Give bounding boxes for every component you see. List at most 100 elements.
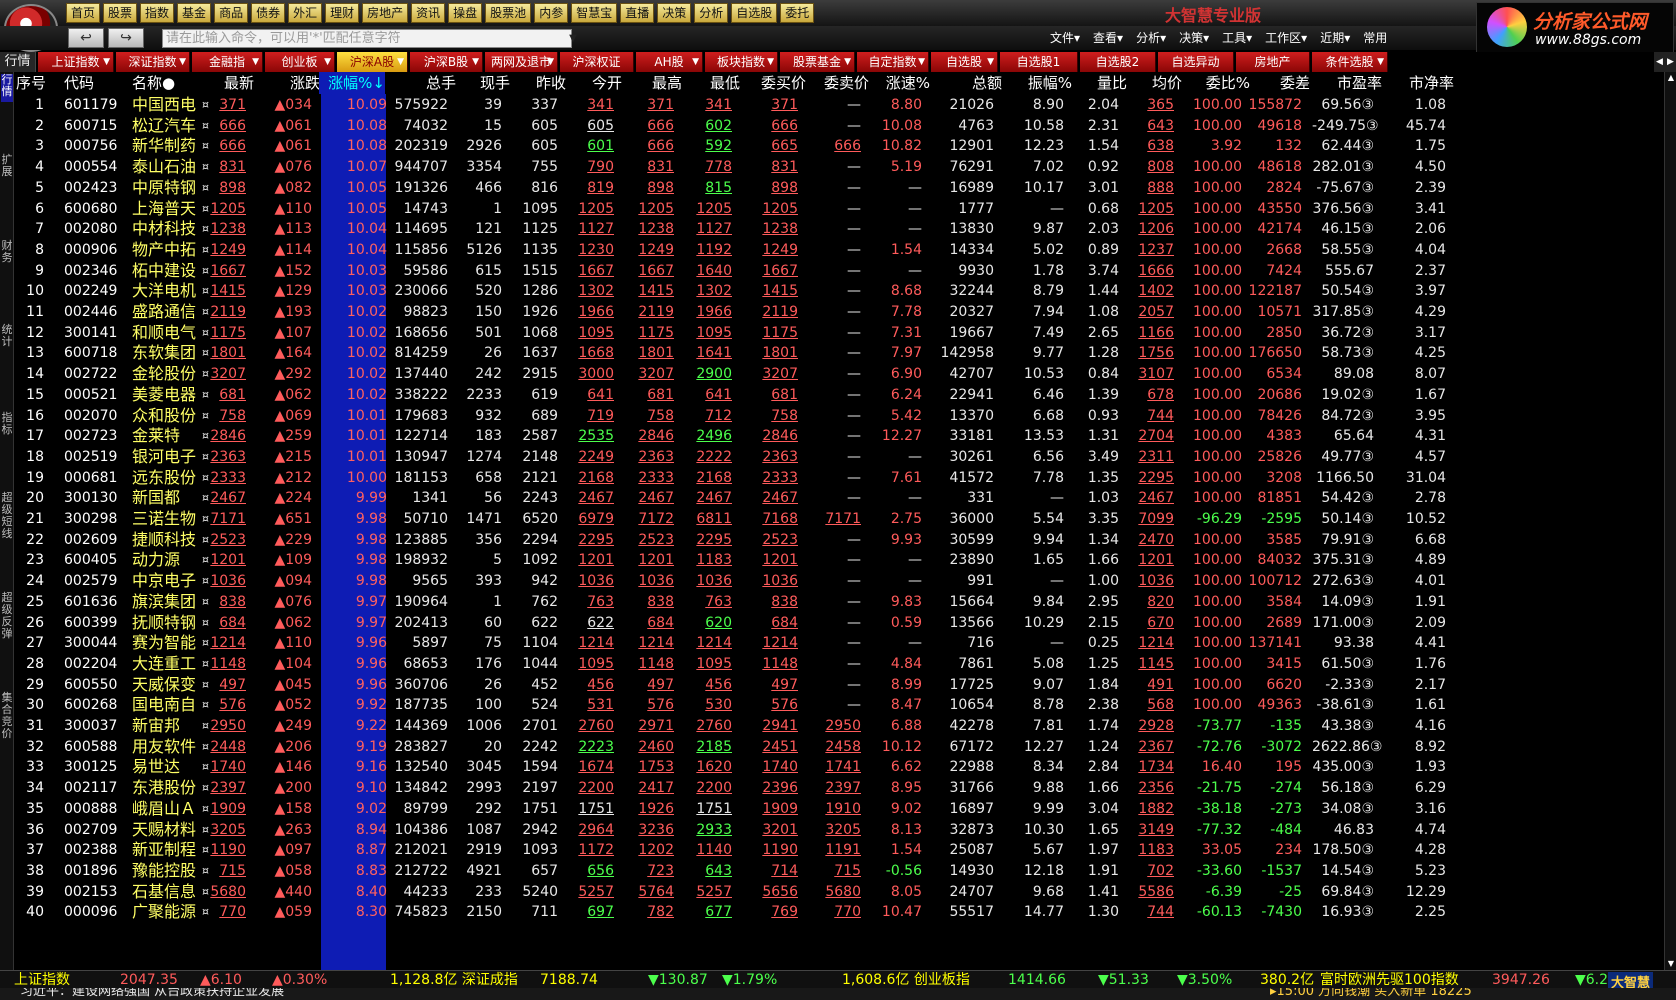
right-menu-item[interactable]: 近期▾ — [1320, 29, 1350, 46]
right-menu-item[interactable]: 常用 — [1363, 29, 1387, 46]
tab-4[interactable]: 创业板 ▼ — [265, 52, 335, 72]
column-header[interactable]: 市净率 — [1372, 72, 1454, 94]
table-row[interactable]: 15 000521 美菱电器 ¤ 681 ▲062 10.02 338222 2233 619 64… — [14, 384, 1664, 406]
column-header[interactable]: 委比% — [1184, 72, 1250, 94]
command-dropdown-icon[interactable]: ▼ — [566, 29, 580, 48]
command-input[interactable]: 请在此输入命令，可以用'*'匹配任意字符 — [162, 29, 572, 48]
table-row[interactable]: 18 002519 银河电子 ¤ 2363 ▲215 10.01 130947 1274 2148… — [14, 446, 1664, 468]
table-row[interactable]: 38 001896 豫能控股 ¤ 715 ▲058 8.83 212722 4921 657 656… — [14, 860, 1664, 882]
tab-12[interactable]: 自定指数 ▼ — [857, 52, 929, 72]
column-header[interactable]: 委卖价 — [809, 72, 869, 94]
column-header[interactable]: 现手 — [454, 72, 510, 94]
tab-scroll-right-icon[interactable]: ▶ — [1665, 52, 1676, 72]
menu-item[interactable]: 理财 — [325, 3, 360, 23]
tab-dropdown-icon[interactable]: ▼ — [1377, 52, 1384, 72]
tab-10[interactable]: 板块指数 ▼ — [705, 52, 778, 72]
table-row[interactable]: 7 002080 中材科技 ¤ 1238 ▲113 10.04 114695 121 1125 11… — [14, 218, 1664, 240]
column-header[interactable]: 昨收 — [512, 72, 566, 94]
table-row[interactable]: 13 600718 东软集团 ¤ 1801 ▲164 10.02 814259 26 1637 16… — [14, 342, 1664, 364]
table-row[interactable]: 3 000756 新华制药 ¤ 666 ▲061 10.08 202319 2926 605 601… — [14, 135, 1664, 157]
ticker-item[interactable]: ▸15:00 万向钱潮 买入新单 18225 — [1270, 988, 1472, 999]
column-header[interactable]: 委买价 — [744, 72, 806, 94]
vertical-scrollbar[interactable]: ▲ ▼ — [1664, 72, 1676, 970]
column-header[interactable]: 最低 — [682, 72, 740, 94]
tab-dropdown-icon[interactable]: ▼ — [397, 52, 404, 72]
tab-17[interactable]: 房地产 — [1236, 52, 1310, 72]
table-row[interactable]: 12 300141 和顺电气 ¤ 1175 ▲107 10.02 168656 501 1068 1… — [14, 322, 1664, 344]
side-tab-8[interactable]: 集合竞价 — [1, 692, 13, 752]
tab-16[interactable]: 自选异动 — [1158, 52, 1234, 72]
back-button[interactable]: ↩ — [68, 28, 104, 48]
column-header[interactable]: 代码 — [64, 72, 132, 94]
table-row[interactable]: 23 600405 动力源 ¤ 1201 ▲109 9.98 198932 5 1092 1201 1… — [14, 549, 1664, 571]
tab-14[interactable]: 自选股1 — [1000, 52, 1078, 72]
column-header[interactable]: 最新 — [194, 72, 254, 94]
table-row[interactable]: 4 000554 泰山石油 ¤ 831 ▲076 10.07 944707 3354 755 790… — [14, 156, 1664, 178]
menu-item[interactable]: 自选股 — [731, 3, 778, 23]
table-row[interactable]: 32 600588 用友软件 ¤ 2448 ▲206 9.19 283827 20 2242 222… — [14, 736, 1664, 758]
tab-dropdown-icon[interactable]: ▼ — [987, 52, 994, 72]
side-tab-3[interactable]: 财务 — [1, 240, 13, 274]
scroll-down-icon[interactable]: ▼ — [1665, 958, 1676, 970]
side-tab-6[interactable]: 超级短线 — [1, 492, 13, 552]
tab-dropdown-icon[interactable]: ▼ — [324, 52, 331, 72]
table-row[interactable]: 26 600399 抚顺特钢 ¤ 684 ▲062 9.97 202413 60 622 622 68… — [14, 612, 1664, 634]
right-menu-item[interactable]: 查看▾ — [1093, 29, 1123, 46]
table-row[interactable]: 37 002388 新亚制程 ¤ 1190 ▲097 8.87 212021 2919 1093 1… — [14, 839, 1664, 861]
tab-18[interactable]: 条件选股 ▼ — [1312, 52, 1388, 72]
table-row[interactable]: 16 002070 众和股份 ¤ 758 ▲069 10.01 179683 932 689 719… — [14, 405, 1664, 427]
tab-11[interactable]: 股票基金 ▼ — [780, 52, 855, 72]
menu-item[interactable]: 智慧宝 — [571, 3, 618, 23]
scroll-up-icon[interactable]: ▲ — [1665, 72, 1676, 84]
table-row[interactable]: 25 601636 旗滨集团 ¤ 838 ▲076 9.97 190964 1 762 763 838… — [14, 591, 1664, 613]
table-row[interactable]: 28 002204 大连重工 ¤ 1148 ▲104 9.96 68653 176 1044 109… — [14, 653, 1664, 675]
column-header[interactable]: 涨跌 — [254, 72, 320, 94]
tab-dropdown-icon[interactable]: ▼ — [179, 52, 186, 72]
table-row[interactable]: 19 000681 远东股份 ¤ 2333 ▲212 10.00 181153 658 2121 2… — [14, 467, 1664, 489]
menu-item[interactable]: 委托 — [780, 3, 815, 23]
table-row[interactable]: 11 002446 盛路通信 ¤ 2119 ▲193 10.02 98823 150 1926 19… — [14, 301, 1664, 323]
column-header[interactable]: 量比 — [1074, 72, 1127, 94]
table-row[interactable]: 24 002579 中京电子 ¤ 1036 ▲094 9.98 9565 393 942 1036 1… — [14, 570, 1664, 592]
column-header[interactable]: 总手 — [386, 72, 456, 94]
column-header[interactable]: 序号 — [16, 72, 66, 94]
tab-9[interactable]: AH股 ▼ — [636, 52, 703, 72]
tab-6[interactable]: 沪深B股 ▼ — [410, 52, 483, 72]
table-row[interactable]: 10 002249 大洋电机 ¤ 1415 ▲129 10.03 230066 520 1286 1… — [14, 280, 1664, 302]
tab-dropdown-icon[interactable]: ▼ — [547, 52, 554, 72]
right-menu-item[interactable]: 决策▾ — [1179, 29, 1209, 46]
table-row[interactable]: 29 600550 天威保变 ¤ 497 ▲045 9.96 360706 26 452 456 49… — [14, 674, 1664, 696]
menu-item[interactable]: 房地产 — [362, 3, 409, 23]
table-row[interactable]: 20 300130 新国都 ¤ 2467 ▲224 9.99 1341 56 2243 2467 24… — [14, 487, 1664, 509]
tab-8[interactable]: 沪深权证 — [560, 52, 634, 72]
column-header[interactable]: 振幅% — [1004, 72, 1072, 94]
menu-item[interactable]: 债券 — [251, 3, 286, 23]
table-row[interactable]: 21 300298 三诺生物 ¤ 7171 ▲651 9.98 50710 1471 6520 69… — [14, 508, 1664, 530]
table-row[interactable]: 5 002423 中原特钢 ¤ 898 ▲082 10.05 191326 466 816 819 8… — [14, 177, 1664, 199]
menu-item[interactable]: 首页 — [66, 3, 101, 23]
table-row[interactable]: 8 000906 物产中拓 ¤ 1249 ▲114 10.04 115856 5126 1135 1… — [14, 239, 1664, 261]
tab-dropdown-icon[interactable]: ▼ — [767, 52, 774, 72]
right-menu-item[interactable]: 工具▾ — [1222, 29, 1252, 46]
tab-7[interactable]: 两网及退市 ▼ — [485, 52, 558, 72]
column-header[interactable]: 名称● — [132, 72, 198, 94]
menu-item[interactable]: 内参 — [534, 3, 569, 23]
menu-item[interactable]: 股票 — [103, 3, 138, 23]
table-row[interactable]: 33 300125 易世达 ¤ 1740 ▲146 9.16 132540 3045 1594 16… — [14, 756, 1664, 778]
tab-2[interactable]: 深证指数 ▼ — [116, 52, 190, 72]
table-row[interactable]: 35 000888 峨眉山Ａ ¤ 1909 ▲158 9.02 89799 292 1751 175… — [14, 798, 1664, 820]
quote-tab[interactable]: 行情 — [0, 52, 36, 72]
side-tab-7[interactable]: 超级反弹 — [1, 592, 13, 652]
menu-item[interactable]: 股票池 — [485, 3, 532, 23]
tab-dropdown-icon[interactable]: ▼ — [472, 52, 479, 72]
side-tab-4[interactable]: 统计 — [1, 324, 13, 358]
column-header[interactable]: 涨速% — [870, 72, 930, 94]
tab-dropdown-icon[interactable]: ▼ — [252, 52, 259, 72]
column-header[interactable]: 总额 — [932, 72, 1002, 94]
table-row[interactable]: 40 000096 广聚能源 ¤ 770 ▲059 8.30 745823 2150 711 697… — [14, 901, 1664, 923]
table-row[interactable]: 1 601179 中国西电 ¤ 371 ▲034 10.09 575922 39 337 341 37… — [14, 94, 1664, 116]
table-row[interactable]: 36 002709 天赐材料 ¤ 3205 ▲263 8.94 104386 1087 2942 2… — [14, 819, 1664, 841]
tab-15[interactable]: 自选股2 — [1080, 52, 1156, 72]
side-tab-2[interactable]: 扩展 — [1, 154, 13, 188]
table-row[interactable]: 31 300037 新宙邦 ¤ 2950 ▲249 9.22 144369 1006 2701 27… — [14, 715, 1664, 737]
